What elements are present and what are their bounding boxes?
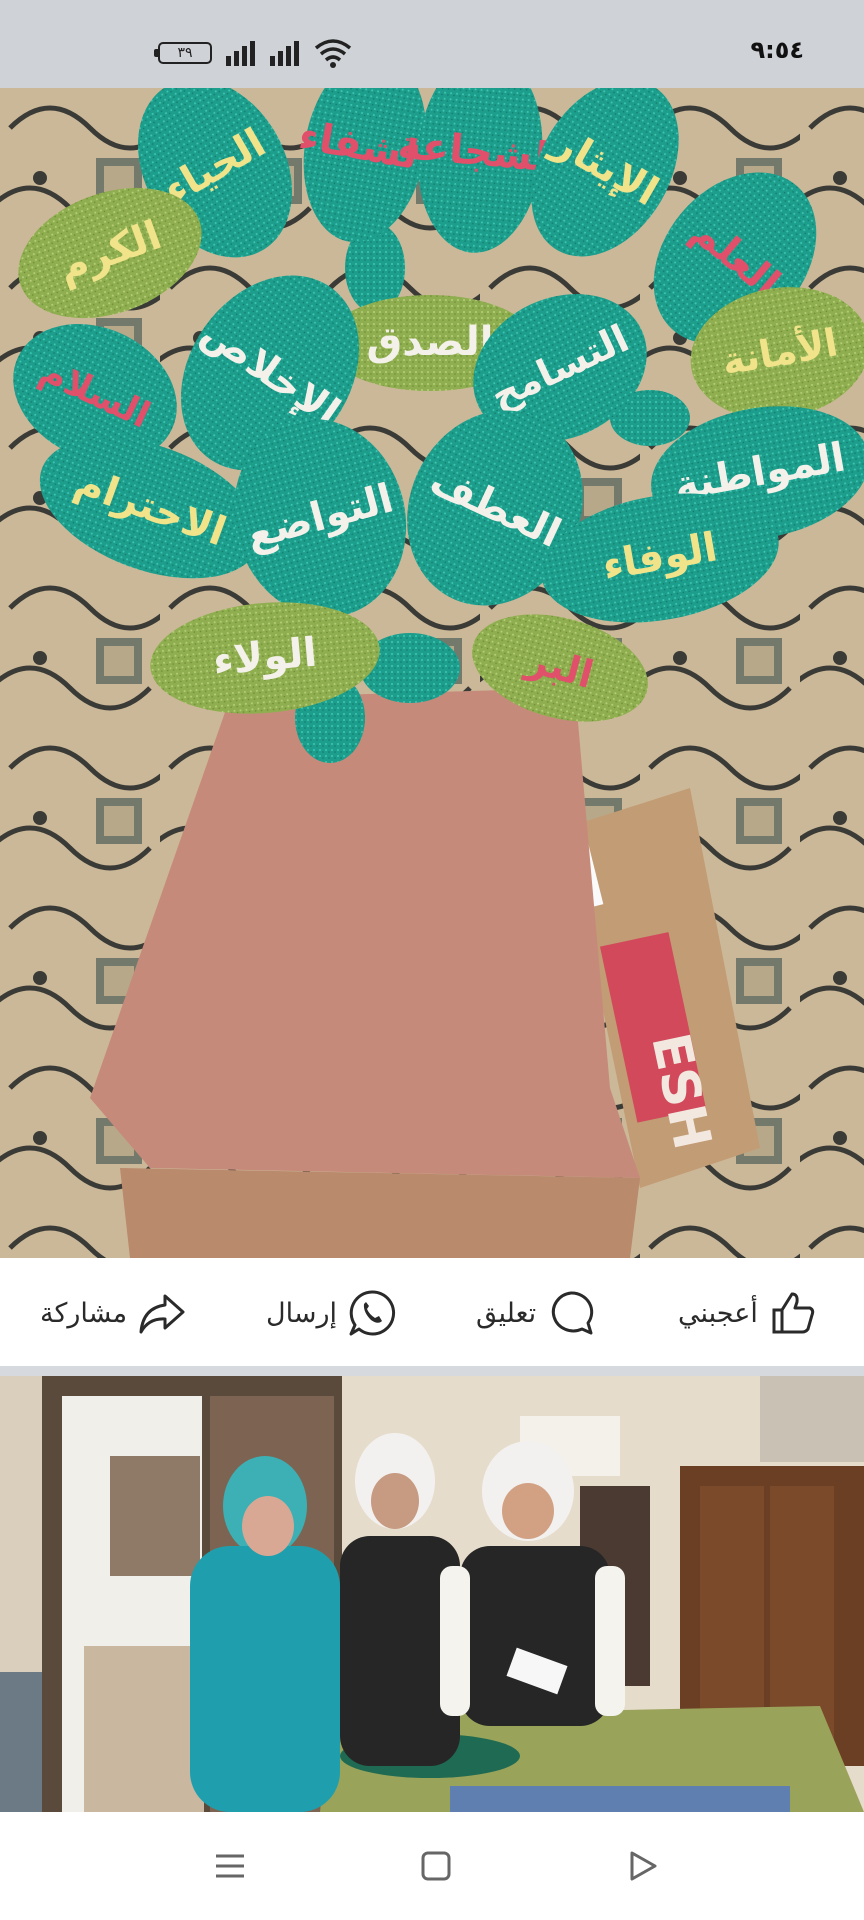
comment-bubble-icon [552, 1291, 594, 1335]
send-label: إرسال [266, 1297, 338, 1329]
signal-icon [226, 41, 255, 66]
share-button[interactable]: مشاركة [40, 1286, 187, 1340]
tree-craft-illustration: ESH الحياء الشفاءالشجاعةالإيثارالعلمالكرم… [0, 88, 864, 1258]
menu-icon[interactable] [212, 1848, 248, 1884]
comment-label: تعليق [476, 1297, 537, 1329]
system-nav-bar [0, 1812, 864, 1920]
like-button[interactable]: أعجبني [678, 1286, 818, 1340]
send-whatsapp-button[interactable]: إرسال [266, 1286, 397, 1340]
post-image-classroom[interactable] [0, 1376, 864, 1812]
comment-button[interactable]: تعليق [476, 1286, 596, 1340]
post-action-bar: أعجبني تعليق إرسال مشاركة [0, 1258, 864, 1366]
status-time: ٩:٥٤ [750, 36, 804, 64]
classroom-scene-illustration [0, 1376, 864, 1812]
share-label: مشاركة [40, 1297, 128, 1329]
home-icon[interactable] [418, 1848, 454, 1884]
post-image-tree[interactable]: ESH الحياء الشفاء الشجاعة الإيثار العلم الكرم… [0, 88, 864, 1258]
signal-icon [270, 41, 299, 66]
leaf-word: الولاء [211, 630, 319, 685]
status-bar: ٣٩ ٩:٥٤ [0, 0, 864, 88]
leaf-word: الصدق [366, 319, 493, 365]
share-arrow-icon [139, 1294, 185, 1334]
like-label: أعجبني [678, 1297, 758, 1329]
feed-separator [0, 1366, 864, 1376]
whatsapp-icon [349, 1290, 396, 1336]
back-icon[interactable] [624, 1848, 660, 1884]
battery-icon: ٣٩ [154, 42, 212, 64]
wifi-icon [314, 39, 352, 68]
thumbs-up-icon [772, 1292, 814, 1334]
